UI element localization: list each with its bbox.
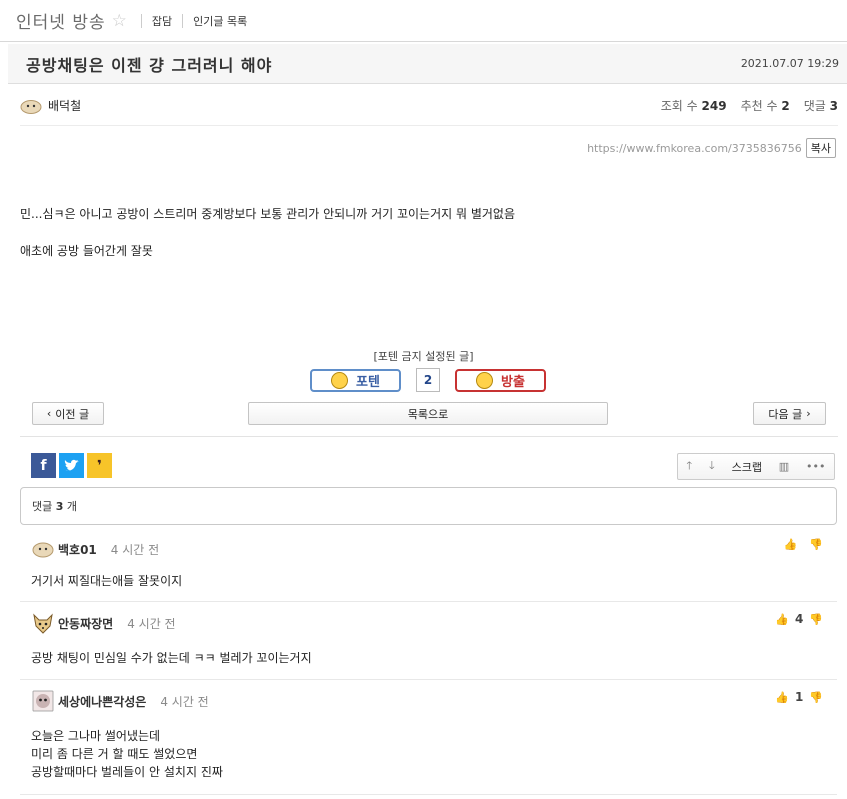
next-post-label: 다음 글 — [768, 407, 803, 421]
copy-url-button[interactable]: 복사 — [805, 138, 836, 158]
post-date: 2021.07.07 19:29 — [740, 57, 839, 70]
post-url-row: https://www.fmkorea.com/3735836756 복사 — [587, 138, 836, 158]
twitter-bird-icon — [64, 459, 79, 471]
thumbs-down-icon[interactable]: 👎 — [809, 613, 823, 626]
comments-stat: 댓글 3 — [804, 97, 838, 114]
author-name[interactable]: 배덕철 — [48, 97, 81, 114]
bangchul-label: 방출 — [501, 374, 525, 390]
facebook-icon[interactable]: f — [31, 453, 56, 478]
comments-label: 댓글 — [803, 99, 826, 113]
comment-count-value: 3 — [55, 499, 64, 513]
comment-header: 안동짜장면 4 시간 전 — [32, 612, 176, 634]
comment-header: 세상에나쁜각성은 4 시간 전 — [32, 690, 209, 712]
avatar — [20, 99, 42, 114]
vote-count: 2 — [416, 368, 440, 392]
comment-line: 공방할때마다 벌레들이 안 설치지 진짜 — [31, 765, 223, 779]
post-body-line: 민...심ㅋ은 아니고 공방이 스트리머 중계방보다 보통 관리가 안되니까 거… — [20, 207, 516, 221]
divider — [140, 13, 142, 28]
chevron-left-icon: ‹ — [46, 407, 52, 420]
post-navigation: ‹ 이전 글 목록으로 다음 글 › — [32, 402, 826, 425]
comment-count-label: 댓글 — [32, 500, 53, 513]
star-outline-icon[interactable]: ☆ — [112, 11, 127, 31]
post-tools: 🡑 🡓 스크랩 ▥ ••• — [677, 453, 835, 480]
more-icon[interactable]: ••• — [806, 460, 825, 473]
comment-time: 4 시간 전 — [160, 694, 209, 709]
comment-time: 4 시간 전 — [127, 616, 176, 631]
comment-item: 세상에나쁜각성은 4 시간 전 👍 1 👎 오늘은 그나마 썰어냈는데 미리 좀… — [20, 680, 837, 795]
board-title[interactable]: 인터넷 방송 — [16, 8, 106, 33]
comment-votes: 👍 👎 — [784, 538, 823, 551]
share-buttons: f ❜ — [31, 453, 112, 478]
comment-body: 공방 채팅이 민심일 수가 없는데 ㅋㅋ 벌레가 꼬이는거지 — [31, 649, 312, 667]
views-count: 249 — [701, 99, 727, 113]
post-stats: 조회 수 249 추천 수 2 댓글 3 — [661, 97, 838, 114]
thumbs-up-icon[interactable]: 👍 — [775, 613, 789, 626]
divider — [182, 13, 184, 28]
smile-emoji-icon — [331, 371, 349, 389]
post-body-line: 애초에 공방 들어간게 잘못 — [20, 244, 153, 258]
post-title-bar: 공방채팅은 이젠 걍 그러려니 해야 2021.07.07 19:29 — [8, 44, 847, 84]
prev-post-button[interactable]: ‹ 이전 글 — [32, 402, 104, 425]
kakao-icon[interactable]: ❜ — [87, 453, 112, 478]
prev-post-label: 이전 글 — [55, 407, 90, 421]
comment-author[interactable]: 세상에나쁜각성은 — [58, 693, 146, 710]
thumbs-down-icon[interactable]: 👎 — [809, 538, 823, 551]
comment-item: 안동짜장면 4 시간 전 👍 4 👎 공방 채팅이 민심일 수가 없는데 ㅋㅋ … — [20, 602, 837, 680]
recommend-stat: 추천 수 2 — [741, 97, 790, 114]
comment-author[interactable]: 백호01 — [58, 541, 97, 558]
stats-icon[interactable]: ▥ — [779, 460, 789, 473]
board-link-chat[interactable]: 잡담 — [152, 13, 172, 29]
recommend-label: 추천 수 — [740, 99, 778, 113]
comment-body: 거기서 찌질대는애들 잘못이지 — [31, 572, 182, 590]
comment-time: 4 시간 전 — [110, 542, 160, 557]
potten-button[interactable]: 포텐 — [310, 368, 401, 392]
post-meta: 배덕철 조회 수 249 추천 수 2 댓글 3 — [20, 86, 838, 126]
comment-author[interactable]: 안동짜장면 — [58, 615, 113, 632]
thumbs-up-icon[interactable]: 👍 — [775, 691, 789, 704]
views-label: 조회 수 — [660, 99, 698, 113]
comment-line: 공방 채팅이 민심일 수가 없는데 ㅋㅋ 벌레가 꼬이는거지 — [31, 651, 312, 665]
board-header: 인터넷 방송 ☆ 잡담 인기글 목록 — [0, 0, 847, 42]
comment-line: 오늘은 그나마 썰어냈는데 — [31, 729, 161, 743]
avatar — [33, 613, 53, 634]
bangchul-button[interactable]: 방출 — [455, 368, 546, 392]
post-author[interactable]: 배덕철 — [20, 97, 81, 114]
vote-notice: [포텐 금지 설정된 글] — [373, 350, 474, 363]
comment-item: 백호01 4 시간 전 👍 👎 거기서 찌질대는애들 잘못이지 — [20, 528, 837, 602]
comment-line: 미리 좀 다른 거 할 때도 썰었으면 — [31, 747, 198, 761]
arrow-down-icon[interactable]: 🡓 — [709, 457, 715, 476]
post-url[interactable]: https://www.fmkorea.com/3735836756 — [587, 142, 802, 155]
avatar — [32, 542, 54, 558]
list-button[interactable]: 목록으로 — [248, 402, 608, 425]
scrap-button[interactable]: 스크랩 — [732, 459, 762, 475]
comment-votes: 👍 1 👎 — [775, 690, 823, 704]
divider — [20, 436, 838, 437]
comment-vote-count: 1 — [794, 690, 804, 704]
vote-row: 포텐 2 방출 — [310, 368, 546, 392]
thumbs-up-icon[interactable]: 👍 — [784, 538, 798, 551]
recommend-count: 2 — [781, 99, 790, 113]
comments-count: 3 — [829, 99, 838, 113]
post-title: 공방채팅은 이젠 걍 그러려니 해야 — [26, 55, 273, 75]
potten-label: 포텐 — [356, 374, 380, 390]
comment-count-box: 댓글 3 개 — [20, 487, 837, 525]
comment-votes: 👍 4 👎 — [775, 612, 823, 626]
chevron-right-icon: › — [806, 407, 811, 420]
thumbs-down-icon[interactable]: 👎 — [809, 691, 823, 704]
comment-body: 오늘은 그나마 썰어냈는데 미리 좀 다른 거 할 때도 썰었으면 공방할때마다… — [31, 727, 223, 781]
shock-emoji-icon — [476, 371, 494, 389]
avatar — [32, 690, 54, 712]
arrow-up-icon[interactable]: 🡑 — [686, 457, 692, 476]
comment-count-unit: 개 — [66, 500, 78, 513]
board-link-popular[interactable]: 인기글 목록 — [193, 13, 247, 29]
comment-line: 거기서 찌질대는애들 잘못이지 — [31, 574, 183, 588]
next-post-button[interactable]: 다음 글 › — [753, 402, 826, 425]
views-stat: 조회 수 249 — [661, 97, 727, 114]
comment-header: 백호01 4 시간 전 — [32, 538, 159, 560]
comment-vote-count: 4 — [794, 612, 804, 626]
twitter-icon[interactable] — [59, 453, 84, 478]
